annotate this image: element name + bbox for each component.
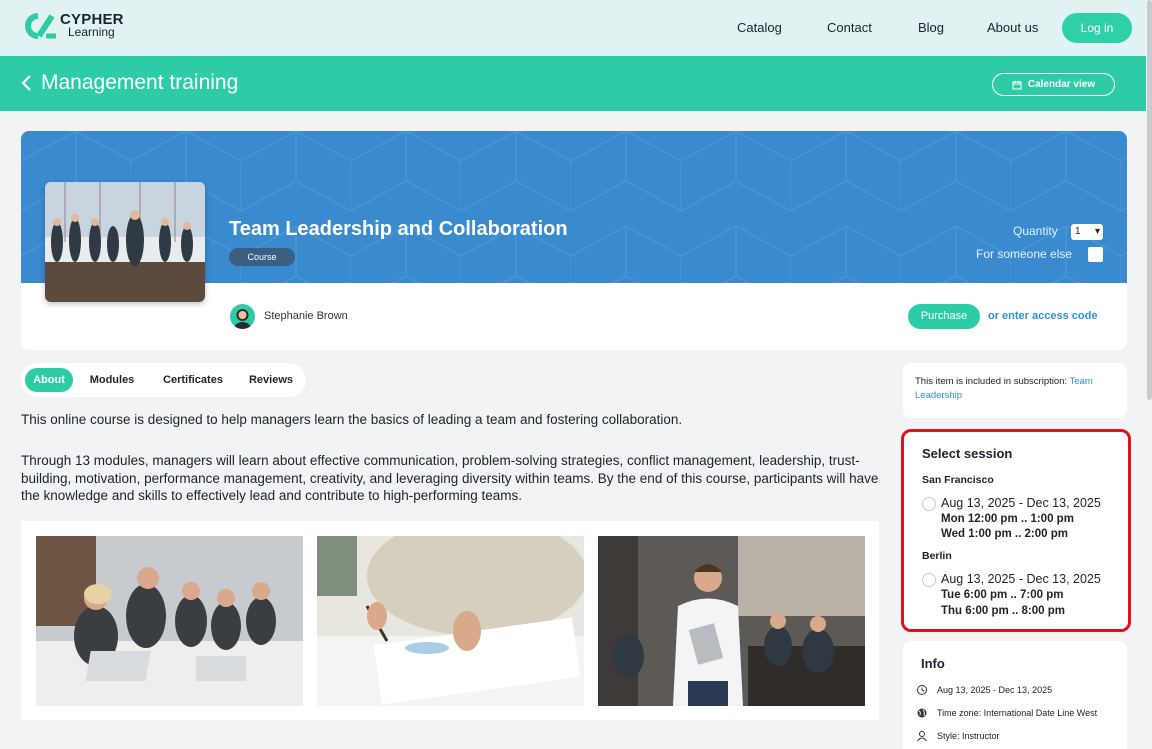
purchase-button[interactable]: Purchase: [908, 304, 980, 329]
nav-contact[interactable]: Contact: [827, 20, 872, 35]
session-range-san-francisco: Aug 13, 2025 - Dec 13, 2025: [941, 496, 1101, 510]
info-dates-text: Aug 13, 2025 - Dec 13, 2025: [937, 685, 1053, 695]
calendar-view-label: Calendar view: [1027, 79, 1096, 90]
session-radio-san-francisco[interactable]: [922, 497, 936, 511]
globe-icon: [917, 708, 927, 718]
back-arrow-icon[interactable]: [20, 72, 34, 94]
page-header: Management training Calendar view: [0, 56, 1152, 111]
info-style-text: Style: Instructor: [937, 731, 1000, 741]
info-row-dates: Aug 13, 2025 - Dec 13, 2025: [916, 684, 1052, 696]
about-detail-text: Through 13 modules, managers will learn …: [21, 453, 879, 503]
about-intro-text: This online course is designed to help m…: [21, 412, 683, 427]
quantity-select[interactable]: 1: [1071, 224, 1103, 240]
access-code-link[interactable]: or enter access code: [988, 310, 1097, 322]
course-hero-card: Team Leadership and Collaboration Course…: [21, 131, 1127, 350]
calendar-icon: [1012, 80, 1022, 89]
subscription-text: This item is included in subscription:: [915, 376, 1070, 387]
course-thumbnail: [45, 182, 205, 302]
tab-reviews[interactable]: Reviews: [241, 368, 301, 392]
gallery-photo-team-laptops[interactable]: [36, 536, 303, 706]
info-row-style: Style: Instructor: [916, 730, 1000, 742]
image-gallery: [21, 521, 879, 720]
tab-modules[interactable]: Modules: [81, 368, 143, 392]
logo-text-sub: Learning: [68, 25, 115, 39]
subscription-card: This item is included in subscription: T…: [903, 363, 1127, 418]
for-someone-else-label: For someone else: [976, 247, 1073, 261]
nav-catalog[interactable]: Catalog: [737, 20, 782, 35]
session-slot: Mon 12:00 pm .. 1:00 pm: [941, 513, 1074, 525]
top-navbar: CYPHER Learning Catalog Contact Blog Abo…: [0, 0, 1152, 56]
person-icon: [917, 731, 927, 742]
quantity-label: Quantity: [1013, 224, 1058, 238]
gallery-photo-writing[interactable]: [317, 536, 584, 706]
course-tabs: About Modules Certificates Reviews: [21, 363, 306, 397]
nav-blog[interactable]: Blog: [918, 20, 944, 35]
logo-icon: [25, 13, 56, 39]
info-title: Info: [921, 656, 945, 671]
login-button[interactable]: Log in: [1062, 13, 1132, 43]
session-city-berlin: Berlin: [922, 550, 952, 562]
gallery-photo-manager[interactable]: [598, 536, 865, 706]
cypher-logo[interactable]: CYPHER Learning: [22, 12, 124, 40]
session-slot: Thu 6:00 pm .. 8:00 pm: [941, 605, 1065, 617]
session-city-san-francisco: San Francisco: [922, 474, 994, 486]
session-title: Select session: [922, 446, 1013, 461]
session-radio-berlin[interactable]: [922, 573, 936, 587]
instructor-name[interactable]: Stephanie Brown: [264, 310, 348, 322]
info-card: Info Aug 13, 2025 - Dec 13, 2025 Time zo…: [903, 641, 1127, 749]
tab-certificates[interactable]: Certificates: [153, 368, 233, 392]
tab-about[interactable]: About: [25, 368, 73, 392]
calendar-view-button[interactable]: Calendar view: [992, 73, 1115, 96]
page-title: Management training: [41, 71, 239, 94]
course-title: Team Leadership and Collaboration: [229, 218, 568, 240]
avatar: [230, 304, 255, 329]
course-type-badge: Course: [229, 248, 295, 266]
info-timezone-text: Time zone: International Date Line West: [937, 708, 1098, 718]
select-session-panel: Select session San Francisco Aug 13, 202…: [901, 429, 1131, 632]
scrollbar-thumb[interactable]: [1147, 0, 1152, 400]
clock-icon: [917, 685, 927, 695]
nav-about-us[interactable]: About us: [987, 20, 1038, 35]
session-slot: Wed 1:00 pm .. 2:00 pm: [941, 528, 1068, 540]
for-someone-else-checkbox[interactable]: [1088, 247, 1103, 262]
session-range-berlin: Aug 13, 2025 - Dec 13, 2025: [941, 572, 1101, 586]
info-row-timezone: Time zone: International Date Line West: [916, 707, 1097, 719]
session-slot: Tue 6:00 pm .. 7:00 pm: [941, 589, 1064, 601]
